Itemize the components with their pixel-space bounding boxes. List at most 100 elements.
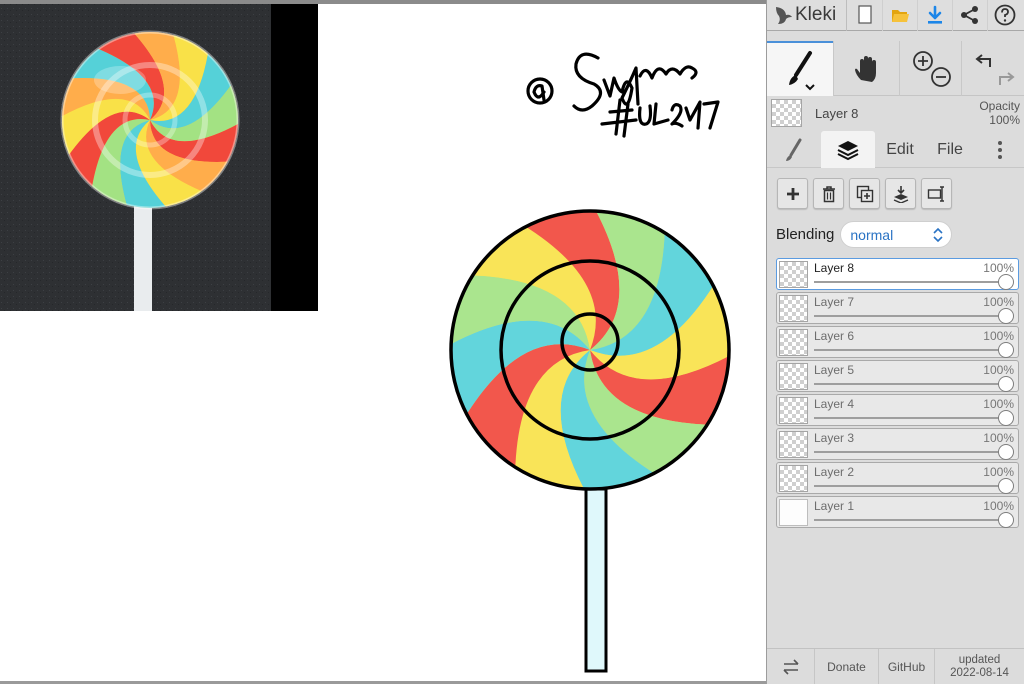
tab-layers[interactable] <box>821 131 875 168</box>
open-folder-icon <box>892 10 909 22</box>
duplicate-layer-icon <box>856 185 873 202</box>
layer-row[interactable]: Layer 1 100% <box>776 496 1019 528</box>
layer-list: Layer 8 100% Layer 7 100% Layer 6 100% L… <box>776 258 1020 530</box>
hand-tool-button[interactable] <box>833 41 899 96</box>
add-layer-icon <box>786 187 799 200</box>
brush-tool-button[interactable] <box>767 41 833 96</box>
kleki-logo[interactable]: Kleki <box>767 0 847 31</box>
share-button[interactable] <box>952 0 987 31</box>
brush-tab-icon <box>786 138 802 161</box>
brush-icon <box>789 50 815 90</box>
layer-name: Layer 1 <box>814 499 855 513</box>
updated-info[interactable]: updated 2022-08-14 <box>935 649 1024 684</box>
opacity-slider-track[interactable] <box>814 349 1006 351</box>
sidebar: Kleki Layer 8 Opacity 100% Edit File Ble… <box>766 0 1024 684</box>
tab-brush[interactable] <box>767 131 821 168</box>
layer-row[interactable]: Layer 7 100% <box>776 292 1019 324</box>
kleki-app: Kleki Layer 8 Opacity 100% Edit File Ble… <box>0 0 1024 684</box>
top-toolbar: Kleki <box>767 0 1024 31</box>
opacity-label: Opacity <box>979 99 1020 113</box>
chevron-updown-icon <box>933 227 943 243</box>
layer-actions <box>777 178 957 209</box>
layer-opacity: 100% <box>983 397 1014 411</box>
hand-icon <box>854 55 876 82</box>
opacity-slider-knob[interactable] <box>998 512 1014 528</box>
rename-layer-button[interactable] <box>921 178 952 209</box>
opacity-slider-track[interactable] <box>814 417 1006 419</box>
layer-thumbnail <box>779 431 808 458</box>
merge-down-button[interactable] <box>885 178 916 209</box>
layer-opacity: 100% <box>983 499 1014 513</box>
donate-link[interactable]: Donate <box>815 649 879 684</box>
drawn-lollipop <box>449 209 731 673</box>
tab-file[interactable]: File <box>925 131 975 168</box>
current-layer-info: Layer 8 Opacity 100% <box>767 96 1024 130</box>
layer-name: Layer 7 <box>814 295 855 309</box>
tool-row <box>767 41 1024 96</box>
opacity-slider-track[interactable] <box>814 519 1006 521</box>
download-button[interactable] <box>917 0 952 31</box>
github-link[interactable]: GitHub <box>879 649 935 684</box>
layer-thumbnail <box>779 261 808 288</box>
delete-layer-icon <box>822 185 835 202</box>
layer-opacity: 100% <box>983 261 1014 275</box>
opacity-slider-knob[interactable] <box>998 410 1014 426</box>
zoom-tools <box>899 41 961 96</box>
download-icon <box>928 5 942 24</box>
layer-thumbnail <box>779 363 808 390</box>
layer-row[interactable]: Layer 5 100% <box>776 360 1019 392</box>
blend-mode-select[interactable]: normal <box>840 221 953 248</box>
redo-icon[interactable] <box>998 71 1015 85</box>
panel-tabs: Edit File <box>767 131 1024 168</box>
app-name: Kleki <box>795 4 837 25</box>
current-layer-opacity: Opacity 100% <box>979 99 1020 127</box>
signature-scribble <box>526 52 720 138</box>
opacity-slider-track[interactable] <box>814 451 1006 453</box>
rename-layer-icon <box>927 185 944 202</box>
opacity-slider-track[interactable] <box>814 485 1006 487</box>
opacity-slider-knob[interactable] <box>998 342 1014 358</box>
layer-row[interactable]: Layer 3 100% <box>776 428 1019 460</box>
layer-row[interactable]: Layer 2 100% <box>776 462 1019 494</box>
sidebar-footer: Donate GitHub updated 2022-08-14 <box>767 648 1024 684</box>
add-layer-button[interactable] <box>777 178 808 209</box>
layers-icon <box>837 140 859 160</box>
zoom-in-icon[interactable] <box>912 50 933 71</box>
layer-name: Layer 6 <box>814 329 855 343</box>
opacity-slider-knob[interactable] <box>998 308 1014 324</box>
drawing-canvas[interactable] <box>0 0 766 684</box>
canvas-artwork <box>0 4 731 673</box>
tab-more[interactable] <box>975 131 1024 168</box>
layer-name: Layer 5 <box>814 363 855 377</box>
delete-layer-button[interactable] <box>813 178 844 209</box>
current-layer-thumbnail <box>771 99 802 127</box>
swap-side-button[interactable] <box>767 649 815 684</box>
swap-arrows-icon <box>782 659 799 675</box>
opacity-slider-track[interactable] <box>814 281 1006 283</box>
layer-row[interactable]: Layer 4 100% <box>776 394 1019 426</box>
kleki-logo-icon <box>776 7 792 24</box>
blending-label: Blending <box>776 226 835 243</box>
opacity-slider-knob[interactable] <box>998 444 1014 460</box>
opacity-slider-knob[interactable] <box>998 478 1014 494</box>
zoom-out-icon[interactable] <box>930 66 951 87</box>
opacity-slider-knob[interactable] <box>998 274 1014 290</box>
layer-thumbnail <box>779 329 808 356</box>
open-file-button[interactable] <box>882 0 917 31</box>
layer-row[interactable]: Layer 6 100% <box>776 326 1019 358</box>
opacity-slider-knob[interactable] <box>998 376 1014 392</box>
layer-opacity: 100% <box>983 329 1014 343</box>
duplicate-layer-button[interactable] <box>849 178 880 209</box>
opacity-slider-track[interactable] <box>814 383 1006 385</box>
opacity-slider-track[interactable] <box>814 315 1006 317</box>
new-file-button[interactable] <box>847 0 882 31</box>
undo-icon[interactable] <box>974 53 991 67</box>
layer-row[interactable]: Layer 8 100% <box>776 258 1019 290</box>
updated-label: updated <box>958 654 1001 666</box>
layer-thumbnail <box>779 295 808 322</box>
help-button[interactable] <box>987 0 1022 31</box>
tab-edit[interactable]: Edit <box>875 131 925 168</box>
updated-date: 2022-08-14 <box>950 667 1009 679</box>
layer-name: Layer 3 <box>814 431 855 445</box>
layer-name: Layer 8 <box>814 261 855 275</box>
